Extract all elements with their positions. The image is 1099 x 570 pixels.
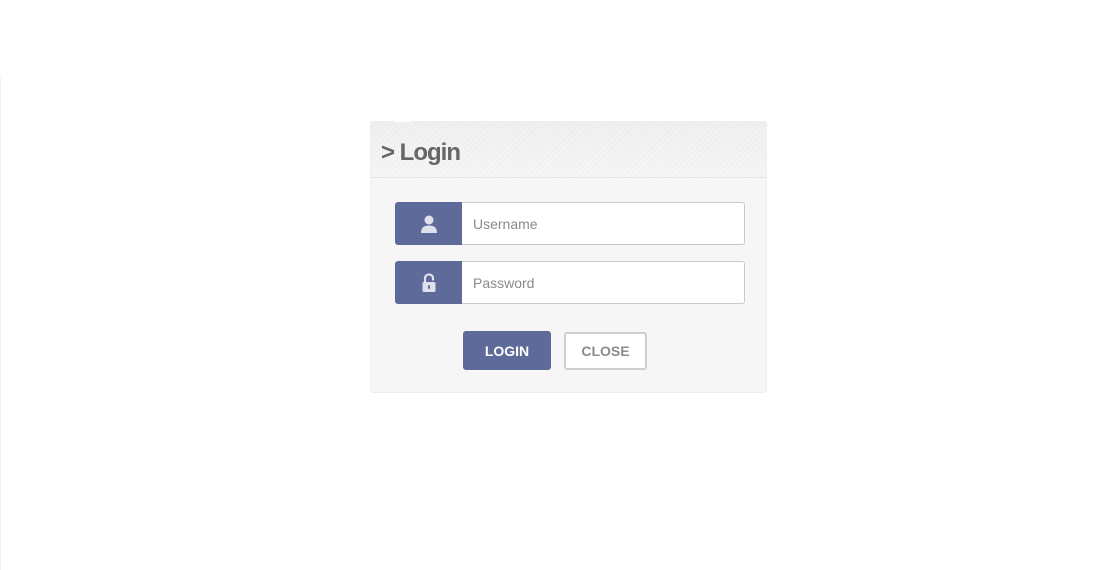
close-button[interactable]: CLOSE <box>564 332 647 370</box>
username-input[interactable] <box>462 202 745 245</box>
panel-header: > Login <box>371 122 766 178</box>
panel-title: > Login <box>381 139 461 166</box>
password-input[interactable] <box>462 261 745 304</box>
page-left-border <box>0 78 1 570</box>
login-panel: > Login LOGIN CLOSE <box>370 121 767 393</box>
login-button[interactable]: LOGIN <box>463 331 551 370</box>
padlock-icon <box>395 261 462 304</box>
user-icon <box>395 202 462 245</box>
password-field <box>395 261 745 304</box>
username-field <box>395 202 745 245</box>
